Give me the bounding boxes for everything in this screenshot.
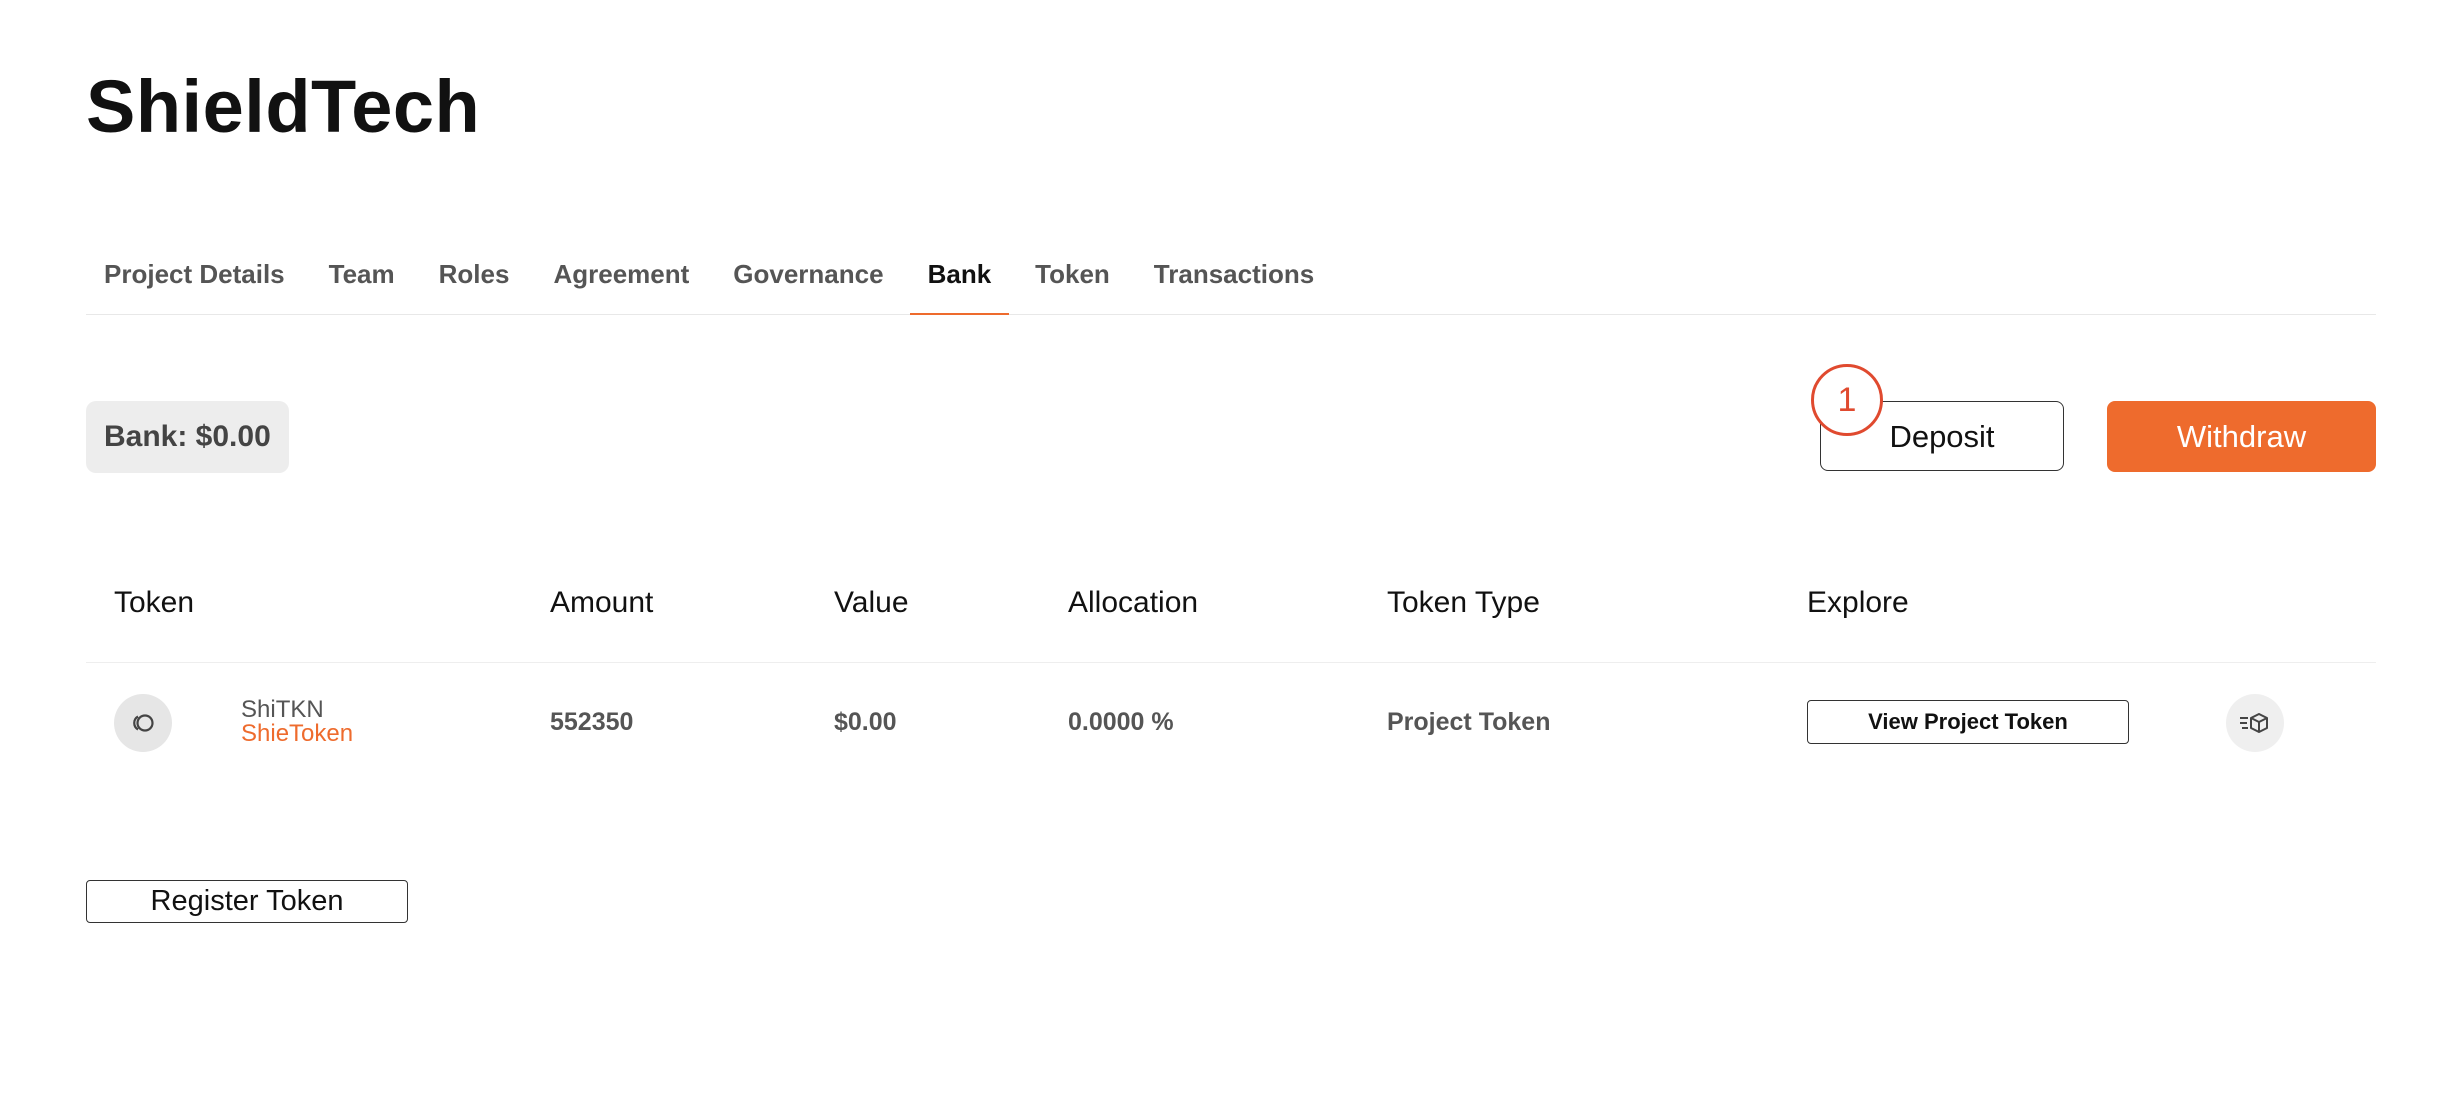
tab-project-details[interactable]: Project Details [86,244,303,314]
token-cell: ShiTKN ShieToken [241,698,353,746]
table-row: ShiTKN ShieToken 552350 $0.00 0.0000 % P… [86,662,2376,782]
bank-balance-badge: Bank: $0.00 [86,401,289,473]
tab-bar: Project Details Team Roles Agreement Gov… [86,244,2376,315]
token-symbol: ShiTKN [241,696,324,723]
column-header-amount: Amount [550,586,654,619]
page-title: ShieldTech [86,65,481,148]
column-header-explore: Explore [1807,586,1909,619]
block-explorer-icon[interactable] [2226,694,2284,752]
column-header-token: Token [114,586,195,619]
tab-transactions[interactable]: Transactions [1136,244,1332,314]
token-coins-icon [114,694,172,752]
value-cell: $0.00 [834,708,897,736]
column-header-token-type: Token Type [1387,586,1540,619]
token-type-cell: Project Token [1387,708,1551,736]
step-marker: 1 [1811,364,1883,436]
token-table-header: Token Amount Value Allocation Token Type… [86,572,2376,663]
column-header-allocation: Allocation [1068,586,1199,619]
tab-bank[interactable]: Bank [909,244,1010,315]
tab-team[interactable]: Team [311,244,413,314]
tab-token[interactable]: Token [1017,244,1128,314]
page: ShieldTech Project Details Team Roles Ag… [86,0,2376,1100]
allocation-cell: 0.0000 % [1068,708,1174,736]
view-project-token-button[interactable]: View Project Token [1807,700,2129,744]
tab-agreement[interactable]: Agreement [535,244,707,314]
tab-governance[interactable]: Governance [715,244,901,314]
token-name: ShieToken [241,720,354,747]
amount-cell: 552350 [550,708,634,736]
column-header-value: Value [834,586,909,619]
tab-roles[interactable]: Roles [421,244,528,314]
register-token-button[interactable]: Register Token [86,880,408,923]
withdraw-button[interactable]: Withdraw [2107,401,2376,472]
